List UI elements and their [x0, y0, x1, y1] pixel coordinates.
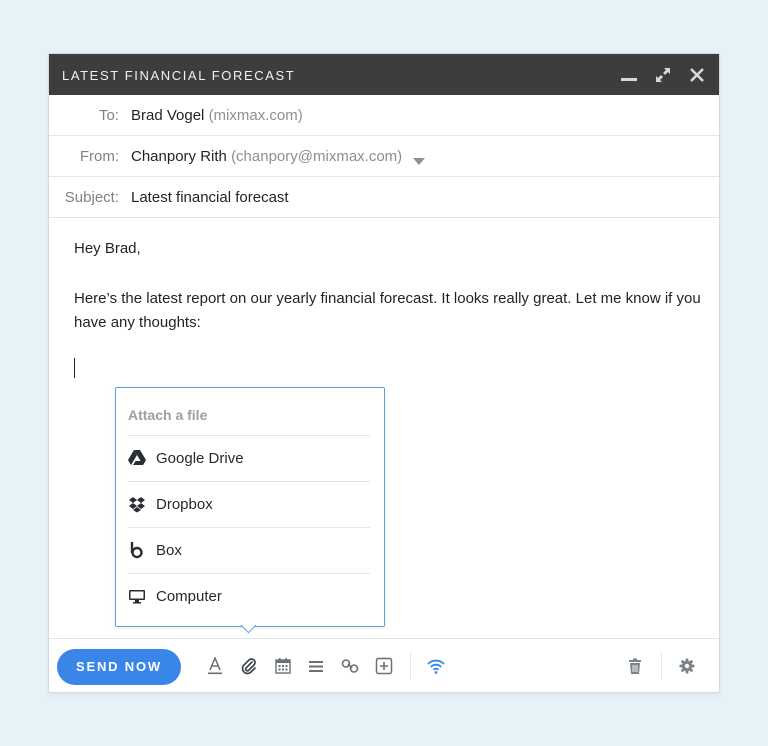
- add-icon[interactable]: [375, 657, 393, 675]
- chevron-down-icon[interactable]: [413, 153, 425, 170]
- attach-item-label: Box: [156, 542, 182, 559]
- attach-box[interactable]: Box: [128, 527, 370, 573]
- attach-item-label: Dropbox: [156, 496, 213, 513]
- wifi-icon[interactable]: [427, 657, 445, 675]
- from-field[interactable]: From: Chanpory Rith (chanpory@mixmax.com…: [49, 136, 719, 177]
- attach-item-label: Computer: [156, 588, 222, 605]
- to-recipient-domain: (mixmax.com): [208, 107, 303, 124]
- body-greeting: Hey Brad,: [74, 240, 141, 257]
- from-sender-name: Chanpory Rith: [131, 148, 227, 165]
- to-label: To:: [98, 107, 119, 124]
- computer-icon: [128, 587, 146, 605]
- attach-dropbox[interactable]: Dropbox: [128, 481, 370, 527]
- attach-computer[interactable]: Computer: [128, 573, 370, 619]
- gear-icon[interactable]: [678, 657, 696, 675]
- body-paragraph: Here’s the latest report on our yearly f…: [74, 290, 701, 331]
- google-drive-icon: [128, 449, 146, 467]
- subject-input[interactable]: Latest financial forecast: [131, 189, 289, 206]
- box-icon: [128, 541, 146, 559]
- to-field[interactable]: To: Brad Vogel (mixmax.com): [49, 95, 719, 136]
- to-recipient[interactable]: Brad Vogel (mixmax.com): [131, 107, 303, 124]
- text-format-icon[interactable]: [206, 657, 224, 675]
- minimize-icon[interactable]: [620, 66, 638, 84]
- subject-label: Subject:: [64, 189, 119, 206]
- attach-file-menu: Attach a file Google Drive Dropbox Box C…: [115, 387, 385, 634]
- from-label: From:: [79, 148, 119, 165]
- attach-item-label: Google Drive: [156, 450, 244, 467]
- attach-menu-title: Attach a file: [128, 407, 208, 423]
- from-sender-email: (chanpory@mixmax.com): [231, 148, 403, 165]
- list-icon[interactable]: [307, 657, 325, 675]
- attach-google-drive[interactable]: Google Drive: [128, 435, 370, 481]
- compose-toolbar: SEND NOW: [49, 638, 719, 693]
- window-title: LATEST FINANCIAL FORECAST: [62, 68, 296, 83]
- link-icon[interactable]: [341, 657, 359, 675]
- send-now-button[interactable]: SEND NOW: [57, 649, 181, 685]
- compose-window: LATEST FINANCIAL FORECAST To: Brad Vogel…: [49, 54, 719, 692]
- close-icon[interactable]: [688, 66, 706, 84]
- toolbar-divider: [410, 653, 411, 679]
- paperclip-icon[interactable]: [240, 657, 258, 675]
- toolbar-divider: [661, 653, 662, 679]
- text-cursor: [74, 358, 75, 378]
- dropbox-icon: [128, 495, 146, 513]
- expand-icon[interactable]: [654, 66, 672, 84]
- from-sender[interactable]: Chanpory Rith (chanpory@mixmax.com): [131, 148, 402, 165]
- calendar-icon[interactable]: [274, 657, 292, 675]
- to-recipient-name: Brad Vogel: [131, 107, 205, 124]
- trash-icon[interactable]: [626, 657, 644, 675]
- popover-pointer: [240, 617, 257, 634]
- title-bar: LATEST FINANCIAL FORECAST: [49, 54, 719, 95]
- subject-field[interactable]: Subject: Latest financial forecast: [49, 177, 719, 218]
